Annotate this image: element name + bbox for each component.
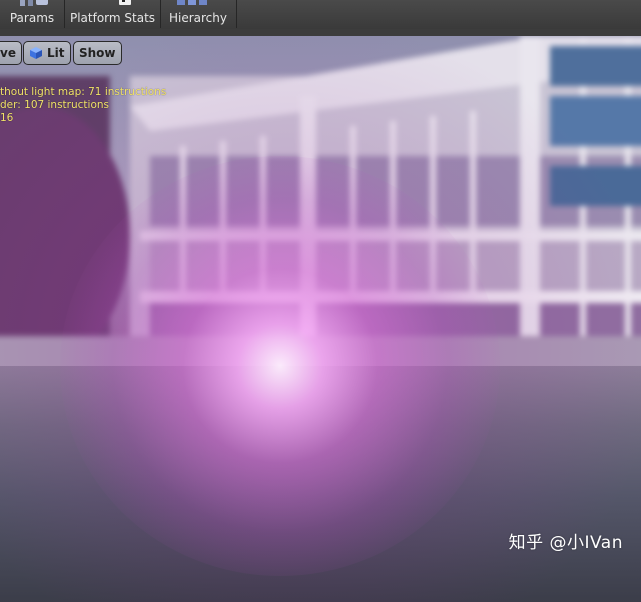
- editor-toolbar: Params Platform Stats Hierarchy: [0, 0, 641, 30]
- hierarchy-button[interactable]: Hierarchy: [161, 0, 235, 28]
- hierarchy-icon: [177, 0, 207, 5]
- params-button[interactable]: Params: [0, 0, 64, 28]
- view-mode-label: ve: [0, 46, 16, 60]
- stats-line: thout light map: 71 instructions: [0, 86, 167, 98]
- params-label: Params: [9, 11, 55, 25]
- params-icon: [20, 0, 48, 6]
- cube-icon: [30, 47, 42, 59]
- platform-stats-label: Platform Stats: [69, 11, 156, 25]
- emissive-glow-sphere: [60, 156, 500, 576]
- preview-viewport[interactable]: ve Lit Show thout light map: 71 instruct…: [0, 36, 641, 602]
- stats-line: 16: [0, 112, 14, 124]
- platform-stats-button[interactable]: Platform Stats: [65, 0, 160, 28]
- show-label: Show: [79, 46, 116, 60]
- platform-stats-icon: [119, 0, 131, 5]
- lit-mode-button[interactable]: Lit: [23, 41, 71, 65]
- shader-stats: thout light map: 71 instructions der: 10…: [0, 86, 166, 125]
- zhihu-watermark: 知乎 @小IVan: [508, 533, 623, 553]
- hierarchy-label: Hierarchy: [168, 11, 227, 25]
- stats-line: der: 107 instructions: [0, 99, 109, 111]
- lit-mode-label: Lit: [47, 46, 65, 60]
- show-button[interactable]: Show: [73, 41, 122, 65]
- view-mode-button[interactable]: ve: [0, 41, 22, 65]
